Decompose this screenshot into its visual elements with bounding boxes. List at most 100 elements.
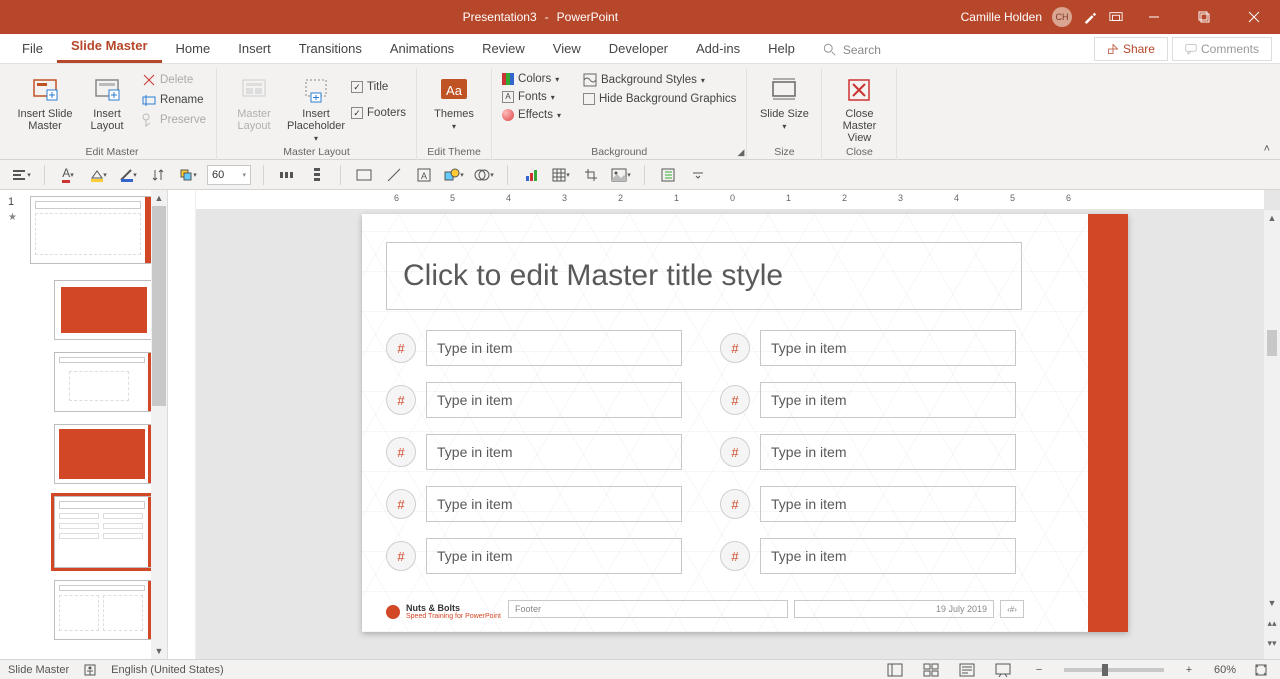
slideshow-view-button[interactable]	[992, 661, 1014, 679]
text-placeholder[interactable]: Type in item	[760, 330, 1016, 366]
tab-review[interactable]: Review	[468, 35, 539, 63]
shapes-gallery-button[interactable]: ▾	[443, 164, 465, 186]
scroll-down-icon[interactable]: ▼	[1264, 595, 1280, 611]
background-styles-button[interactable]: Background Styles▾	[581, 72, 738, 88]
delete-button[interactable]: Delete	[140, 72, 208, 88]
font-size-input[interactable]: 60▾	[207, 165, 251, 185]
text-placeholder[interactable]: Type in item	[426, 434, 682, 470]
footer-placeholder[interactable]: Footer	[508, 600, 788, 618]
align-button[interactable]: ▾	[10, 164, 32, 186]
tab-slide-master[interactable]: Slide Master	[57, 32, 162, 63]
share-button[interactable]: Share	[1094, 37, 1168, 61]
font-color-button[interactable]: A▾	[57, 164, 79, 186]
themes-button[interactable]: Aa Themes ▾	[425, 72, 483, 131]
number-placeholder[interactable]: #	[720, 489, 750, 519]
crop-button[interactable]	[580, 164, 602, 186]
number-placeholder[interactable]: #	[386, 541, 416, 571]
outline-color-button[interactable]: ▾	[117, 164, 139, 186]
item-placeholder-right-3[interactable]: # Type in item	[720, 434, 1016, 470]
tab-animations[interactable]: Animations	[376, 35, 468, 63]
arrange-button[interactable]: ▾	[177, 164, 199, 186]
sort-button[interactable]	[147, 164, 169, 186]
line-shape-button[interactable]	[383, 164, 405, 186]
item-placeholder-right-4[interactable]: # Type in item	[720, 486, 1016, 522]
preserve-button[interactable]: Preserve	[140, 112, 208, 128]
selection-pane-button[interactable]	[657, 164, 679, 186]
layout-thumbnail-2[interactable]	[54, 352, 154, 412]
text-placeholder[interactable]: Type in item	[760, 538, 1016, 574]
tab-insert[interactable]: Insert	[224, 35, 285, 63]
accessibility-icon[interactable]	[83, 663, 97, 677]
draw-mode-icon[interactable]	[1082, 9, 1098, 25]
normal-view-button[interactable]	[884, 661, 906, 679]
text-placeholder[interactable]: Type in item	[426, 538, 682, 574]
colors-button[interactable]: Colors▾	[500, 72, 563, 86]
layout-thumbnail-3[interactable]	[54, 424, 154, 484]
prev-slide-icon[interactable]: ▴▴	[1264, 615, 1280, 631]
maximize-button[interactable]	[1184, 0, 1224, 34]
number-placeholder[interactable]: #	[720, 437, 750, 467]
comments-button[interactable]: Comments	[1172, 37, 1272, 61]
merge-shapes-button[interactable]: ▾	[473, 164, 495, 186]
number-placeholder[interactable]: #	[386, 385, 416, 415]
reading-view-button[interactable]	[956, 661, 978, 679]
more-commands-button[interactable]	[687, 164, 709, 186]
slide-layout[interactable]: Click to edit Master title style # Type …	[362, 214, 1128, 632]
fill-color-button[interactable]: ▾	[87, 164, 109, 186]
scroll-thumb[interactable]	[152, 206, 166, 406]
number-placeholder[interactable]: #	[720, 385, 750, 415]
effects-button[interactable]: Effects▾	[500, 108, 563, 122]
hide-bg-checkbox[interactable]: Hide Background Graphics	[581, 92, 738, 106]
item-placeholder-right-5[interactable]: # Type in item	[720, 538, 1016, 574]
item-placeholder-left-2[interactable]: # Type in item	[386, 382, 682, 418]
title-checkbox[interactable]: ✓Title	[349, 80, 408, 94]
tab-addins[interactable]: Add-ins	[682, 35, 754, 63]
number-placeholder[interactable]: #	[386, 333, 416, 363]
text-placeholder[interactable]: Type in item	[760, 434, 1016, 470]
display-settings-icon[interactable]	[1108, 9, 1124, 25]
insert-slide-master-button[interactable]: Insert Slide Master	[16, 72, 74, 132]
tab-help[interactable]: Help	[754, 35, 809, 63]
layout-thumbnail-5[interactable]	[54, 580, 154, 640]
slide-number-placeholder[interactable]: ‹#›	[1000, 600, 1024, 618]
text-placeholder[interactable]: Type in item	[760, 382, 1016, 418]
number-placeholder[interactable]: #	[386, 437, 416, 467]
item-placeholder-right-1[interactable]: # Type in item	[720, 330, 1016, 366]
close-master-view-button[interactable]: Close Master View	[830, 72, 888, 144]
canvas-scrollbar[interactable]: ▲ ▼ ▴▴ ▾▾	[1264, 210, 1280, 659]
number-placeholder[interactable]: #	[720, 541, 750, 571]
item-placeholder-left-1[interactable]: # Type in item	[386, 330, 682, 366]
next-slide-icon[interactable]: ▾▾	[1264, 635, 1280, 651]
item-placeholder-left-3[interactable]: # Type in item	[386, 434, 682, 470]
fit-to-window-button[interactable]	[1250, 661, 1272, 679]
minimize-button[interactable]	[1134, 0, 1174, 34]
tab-home[interactable]: Home	[162, 35, 225, 63]
scroll-thumb[interactable]	[1267, 330, 1277, 356]
number-placeholder[interactable]: #	[720, 333, 750, 363]
slide-size-button[interactable]: Slide Size ▾	[755, 72, 813, 131]
insert-layout-button[interactable]: Insert Layout	[78, 72, 136, 132]
tab-file[interactable]: File	[8, 35, 57, 63]
scroll-down-icon[interactable]: ▼	[151, 643, 167, 659]
tab-transitions[interactable]: Transitions	[285, 35, 376, 63]
zoom-in-button[interactable]: +	[1178, 661, 1200, 679]
tab-view[interactable]: View	[539, 35, 595, 63]
picture-button[interactable]: ▾	[610, 164, 632, 186]
rename-button[interactable]: Rename	[140, 92, 208, 108]
distribute-v-button[interactable]	[306, 164, 328, 186]
fonts-button[interactable]: A Fonts▾	[500, 90, 563, 104]
chart-button[interactable]	[520, 164, 542, 186]
distribute-h-button[interactable]	[276, 164, 298, 186]
layout-thumbnail-4[interactable]	[54, 496, 154, 568]
master-thumbnail[interactable]	[30, 196, 152, 264]
thumbnail-pane[interactable]: 1 ★	[0, 190, 168, 659]
tell-me-search[interactable]: Search	[809, 37, 895, 63]
collapse-ribbon-button[interactable]: ˄	[1264, 143, 1270, 155]
text-placeholder[interactable]: Type in item	[426, 486, 682, 522]
item-placeholder-left-4[interactable]: # Type in item	[386, 486, 682, 522]
scroll-up-icon[interactable]: ▲	[1264, 210, 1280, 226]
table-button[interactable]: ▾	[550, 164, 572, 186]
zoom-out-button[interactable]: −	[1028, 661, 1050, 679]
status-language[interactable]: English (United States)	[111, 664, 224, 676]
user-avatar[interactable]: CH	[1052, 7, 1072, 27]
